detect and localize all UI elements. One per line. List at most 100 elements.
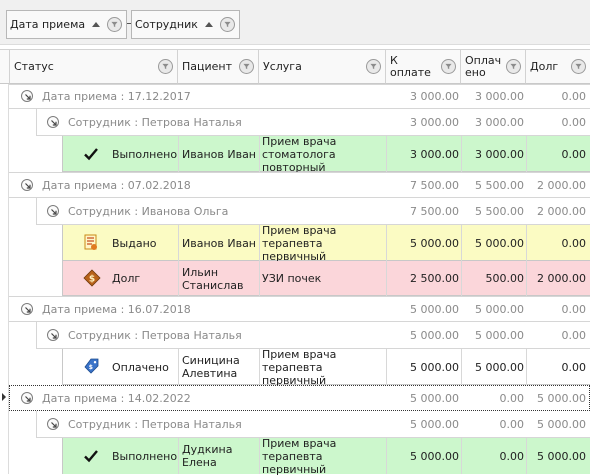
to-pay-cell: 5 000.00 bbox=[410, 449, 459, 463]
service-line: Прием врача bbox=[262, 134, 337, 148]
patient-cell: Иванов Иван bbox=[182, 147, 256, 161]
column-header-label: Пациент bbox=[182, 59, 233, 73]
filter-icon[interactable] bbox=[571, 59, 586, 74]
filter-icon[interactable] bbox=[506, 59, 521, 74]
column-divider bbox=[386, 349, 387, 385]
column-divider bbox=[461, 349, 462, 385]
column-header-label: Статус bbox=[14, 59, 54, 73]
checkmark-icon bbox=[83, 146, 99, 162]
subgroup-total-to-pay: 7 500.00 bbox=[410, 205, 459, 218]
subgroup-row-label: Сотрудник : Петрова Наталья bbox=[68, 418, 242, 431]
filter-icon[interactable] bbox=[239, 59, 254, 74]
filter-icon[interactable] bbox=[220, 17, 235, 32]
svg-text:$: $ bbox=[89, 364, 93, 371]
group-chip-label: Сотрудник bbox=[135, 18, 198, 31]
subgroup-row-label: Сотрудник : Петрова Наталья bbox=[68, 116, 242, 129]
filter-icon[interactable] bbox=[158, 59, 173, 74]
collapse-group-icon[interactable] bbox=[47, 418, 59, 430]
subgroup-total-debt: 0.00 bbox=[561, 329, 587, 342]
column-header-patient[interactable]: Пациент bbox=[178, 49, 259, 84]
group-row-label: Дата приема : 14.02.2022 bbox=[42, 391, 191, 405]
filter-icon[interactable] bbox=[107, 17, 122, 32]
group-total-debt: 5 000.00 bbox=[537, 391, 586, 405]
collapse-group-icon[interactable] bbox=[21, 90, 33, 102]
subgroup-row-label: Сотрудник : Иванова Ольга bbox=[68, 205, 229, 218]
collapse-group-icon[interactable] bbox=[47, 205, 59, 217]
column-divider bbox=[526, 225, 527, 296]
collapse-group-icon[interactable] bbox=[21, 303, 33, 315]
group-chip-employee[interactable]: Сотрудник bbox=[131, 10, 240, 39]
to-pay-cell: 5 000.00 bbox=[410, 360, 459, 374]
status-cell: Выдано bbox=[112, 236, 157, 250]
sort-ascending-icon[interactable] bbox=[204, 22, 213, 27]
subgroup-total-paid: 5 000.00 bbox=[475, 329, 524, 342]
column-divider bbox=[461, 438, 462, 474]
subgroup-total-debt: 2 000.00 bbox=[537, 205, 586, 218]
service-cell: Прием врача стоматолога повторный bbox=[262, 134, 386, 174]
service-line: Прием врача терапевта bbox=[262, 436, 337, 463]
group-total-debt: 2 000.00 bbox=[537, 178, 586, 192]
column-header-paid[interactable]: Оплач ено bbox=[461, 49, 526, 84]
column-divider bbox=[386, 438, 387, 474]
service-cell: Прием врача терапевта первичный bbox=[262, 436, 386, 476]
status-cell: Долг bbox=[112, 272, 141, 285]
column-header-label: Оплач ено bbox=[465, 54, 501, 79]
column-divider bbox=[526, 136, 527, 172]
service-line: Прием врача терапевта bbox=[262, 347, 337, 374]
sort-ascending-icon[interactable] bbox=[92, 22, 101, 27]
column-header-label: Коплате bbox=[390, 54, 431, 79]
collapse-group-icon[interactable] bbox=[21, 179, 33, 191]
collapse-group-icon[interactable] bbox=[47, 329, 59, 341]
to-pay-cell: 2 500.00 bbox=[410, 272, 459, 285]
subgroup-total-to-pay: 3 000.00 bbox=[410, 116, 459, 129]
subgroup-total-paid: 3 000.00 bbox=[475, 116, 524, 129]
service-cell: Прием врача терапевта первичный bbox=[262, 347, 386, 387]
group-row-label: Дата приема : 17.12.2017 bbox=[42, 90, 191, 103]
group-total-paid: 5 500.00 bbox=[475, 178, 524, 192]
column-divider bbox=[526, 349, 527, 385]
paid-cell: 0.00 bbox=[499, 449, 525, 463]
subgroup-total-paid: 5 500.00 bbox=[475, 205, 524, 218]
filter-icon[interactable] bbox=[366, 59, 381, 74]
column-header-service[interactable]: Услуга bbox=[259, 49, 386, 84]
column-divider bbox=[178, 225, 179, 296]
collapse-group-icon[interactable] bbox=[21, 392, 33, 404]
subgroup-total-debt: 5 000.00 bbox=[537, 418, 586, 431]
patient-line: Елена bbox=[182, 456, 217, 469]
column-header-label: Услуга bbox=[263, 59, 302, 73]
paid-cell: 500.00 bbox=[485, 272, 525, 285]
column-divider bbox=[386, 136, 387, 172]
column-header-status[interactable]: Статус bbox=[10, 49, 178, 84]
group-chip-date[interactable]: Дата приема bbox=[6, 10, 127, 39]
column-divider bbox=[259, 349, 260, 385]
paid-cell: 5 000.00 bbox=[475, 236, 524, 250]
collapse-group-icon[interactable] bbox=[47, 116, 59, 128]
column-divider bbox=[259, 438, 260, 474]
column-divider bbox=[178, 136, 179, 172]
column-divider bbox=[461, 136, 462, 172]
debt-cell: 0.00 bbox=[561, 236, 587, 250]
header-corner bbox=[0, 49, 10, 84]
patient-line: Станислав bbox=[182, 278, 244, 292]
service-cell: УЗИ почек bbox=[262, 272, 322, 285]
group-total-to-pay: 7 500.00 bbox=[410, 178, 459, 192]
group-row-label: Дата приема : 07.02.2018 bbox=[42, 178, 191, 192]
row-indicator-column bbox=[0, 84, 9, 474]
service-cell: Прием врача терапевта первичный bbox=[262, 224, 386, 263]
group-total-to-pay: 3 000.00 bbox=[410, 90, 459, 103]
status-cell: Выполнено bbox=[112, 449, 178, 463]
checkmark-icon bbox=[83, 448, 99, 464]
debt-cell: 2 000.00 bbox=[537, 272, 586, 285]
column-header-debt[interactable]: Долг bbox=[526, 49, 590, 84]
group-total-paid: 0.00 bbox=[499, 391, 525, 405]
column-divider bbox=[259, 136, 260, 172]
subgroup-total-to-pay: 5 000.00 bbox=[410, 418, 459, 431]
invoice-icon bbox=[83, 234, 99, 251]
group-total-paid: 5 000.00 bbox=[475, 302, 524, 316]
patient-cell: Синицина Алевтина bbox=[182, 349, 258, 385]
subgroup-total-to-pay: 5 000.00 bbox=[410, 329, 459, 342]
paid-cell: 3 000.00 bbox=[475, 147, 524, 161]
filter-icon[interactable] bbox=[441, 59, 456, 74]
group-chip-label: Дата приема bbox=[10, 18, 86, 31]
column-header-to-pay[interactable]: Коплате bbox=[386, 49, 461, 84]
